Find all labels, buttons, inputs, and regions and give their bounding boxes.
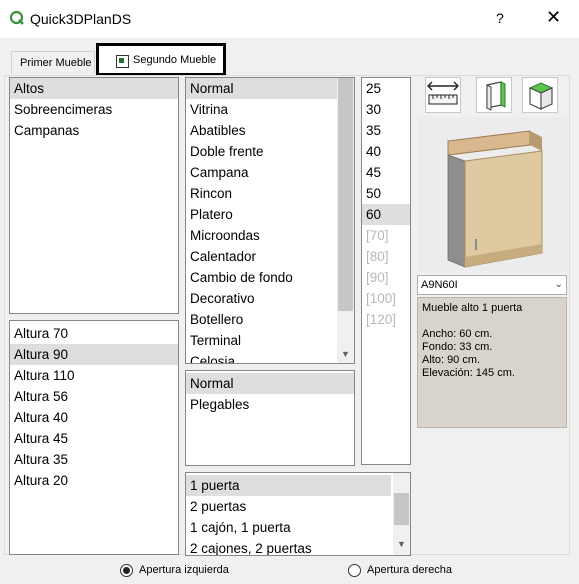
list-item: [70]	[366, 228, 389, 243]
type-list[interactable]: Normal Vitrina Abatibles Doble frente Ca…	[185, 77, 355, 364]
list-item[interactable]: 45	[362, 162, 410, 183]
dimension-ruler-icon[interactable]	[425, 77, 461, 113]
list-item[interactable]: Sobreencimeras	[10, 99, 178, 120]
description-elevacion: Elevación: 145 cm.	[422, 367, 515, 379]
list-item[interactable]: 50	[362, 183, 410, 204]
list-item[interactable]: Altura 45	[10, 428, 178, 449]
list-item[interactable]: Normal	[186, 373, 354, 394]
apertura-derecha-radio[interactable]	[348, 564, 361, 577]
tab-label: Primer Mueble	[20, 57, 92, 69]
list-item: [80]	[366, 249, 389, 264]
list-item[interactable]: Botellero	[186, 309, 337, 330]
apertura-izquierda-radio[interactable]	[120, 564, 133, 577]
list-item[interactable]: Altos	[10, 78, 178, 99]
list-item[interactable]: 25	[362, 78, 410, 99]
list-item: [120]	[366, 312, 397, 327]
list-item[interactable]: Altura 70	[10, 323, 178, 344]
category-list[interactable]: Altos Sobreencimeras Campanas	[9, 77, 179, 314]
scroll-down-icon[interactable]: ▼	[393, 537, 410, 551]
help-button[interactable]: ?	[496, 10, 504, 26]
list-item[interactable]: Altura 40	[10, 407, 178, 428]
door-config-list[interactable]: 1 puerta 2 puertas 1 cajón, 1 puerta 2 c…	[185, 472, 411, 556]
list-item[interactable]: Doble frente	[186, 141, 337, 162]
list-item[interactable]: 30	[362, 99, 410, 120]
list-item[interactable]: 1 cajón, 1 puerta	[186, 517, 391, 538]
tab-label: Segundo Mueble	[133, 54, 217, 66]
list-item[interactable]: Rincon	[186, 183, 337, 204]
list-item[interactable]: Normal	[186, 78, 337, 99]
cabinet-door-green-icon[interactable]	[476, 77, 512, 113]
width-list[interactable]: 25 30 35 40 45 50 60 [70] [80] [90] [100…	[361, 77, 411, 465]
segundo-mueble-checkbox[interactable]	[116, 55, 129, 68]
list-item[interactable]: Decorativo	[186, 288, 337, 309]
tab-primer-mueble[interactable]: Primer Mueble	[11, 51, 95, 74]
list-item: [90]	[366, 270, 389, 285]
tab-segundo-mueble[interactable]: Segundo Mueble	[96, 43, 226, 76]
list-item[interactable]: Altura 90	[10, 344, 178, 365]
description-fondo: Fondo: 33 cm.	[422, 341, 493, 353]
list-item[interactable]: 1 puerta	[186, 475, 391, 496]
apertura-izquierda-label[interactable]: Apertura izquierda	[139, 564, 229, 576]
scroll-down-icon[interactable]: ▼	[337, 347, 354, 361]
list-item[interactable]: Campana	[186, 162, 337, 183]
model-code-value: A9N60I	[421, 279, 458, 291]
list-item[interactable]: Abatibles	[186, 120, 337, 141]
cabinet-3d-image	[447, 130, 543, 268]
apertura-derecha-label[interactable]: Apertura derecha	[367, 564, 452, 576]
list-item[interactable]: Altura 56	[10, 386, 178, 407]
window-title: Quick3DPlanDS	[30, 11, 132, 27]
list-item[interactable]: Altura 20	[10, 470, 178, 491]
list-item[interactable]: 40	[362, 141, 410, 162]
list-item[interactable]: Cambio de fondo	[186, 267, 337, 288]
list-item[interactable]: Plegables	[186, 394, 354, 415]
list-item[interactable]: Altura 110	[10, 365, 178, 386]
list-item[interactable]: 35	[362, 120, 410, 141]
height-list[interactable]: Altura 70 Altura 90 Altura 110 Altura 56…	[9, 320, 179, 555]
description-ancho: Ancho: 60 cm.	[422, 328, 493, 340]
list-item[interactable]: Campanas	[10, 120, 178, 141]
list-item[interactable]: 2 cajones, 2 puertas	[186, 538, 391, 555]
list-item[interactable]: Calentador	[186, 246, 337, 267]
list-item[interactable]: 60	[362, 204, 410, 225]
chevron-down-icon: ⌄	[554, 279, 563, 290]
list-item: [100]	[366, 291, 397, 306]
list-item[interactable]: 2 puertas	[186, 496, 391, 517]
close-button[interactable]: ✕	[546, 7, 561, 28]
list-item[interactable]: Vitrina	[186, 99, 337, 120]
cabinet-top-green-icon[interactable]	[522, 77, 558, 113]
description-panel: Mueble alto 1 puerta Ancho: 60 cm. Fondo…	[417, 297, 567, 428]
list-item[interactable]: Terminal	[186, 330, 337, 351]
app-logo-icon	[9, 10, 25, 26]
door-list-scrollbar[interactable]: ▼	[393, 473, 410, 555]
list-item[interactable]: Altura 35	[10, 449, 178, 470]
model-code-select[interactable]: A9N60I ⌄	[417, 275, 567, 295]
opening-type-list[interactable]: Normal Plegables	[185, 370, 355, 466]
list-item[interactable]: Platero	[186, 204, 337, 225]
type-list-scrollbar[interactable]: ▼	[337, 78, 354, 363]
scrollbar-thumb[interactable]	[338, 78, 353, 311]
description-alto: Alto: 90 cm.	[422, 354, 481, 366]
list-item[interactable]: Microondas	[186, 225, 337, 246]
scrollbar-thumb[interactable]	[394, 493, 409, 525]
description-title: Mueble alto 1 puerta	[422, 302, 523, 314]
list-item[interactable]: Celosia	[186, 351, 337, 363]
cabinet-preview	[418, 117, 567, 271]
